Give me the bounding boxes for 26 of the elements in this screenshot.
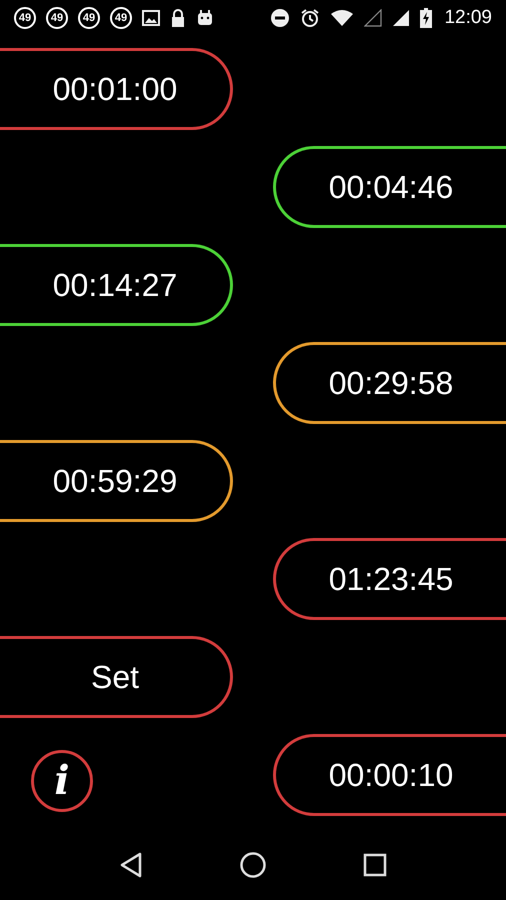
image-icon bbox=[142, 9, 160, 27]
info-button[interactable]: i bbox=[31, 750, 93, 812]
timer-button[interactable]: 00:29:58 bbox=[273, 342, 506, 424]
empty-signal-icon bbox=[364, 9, 382, 27]
timer-button[interactable]: 00:00:10 bbox=[273, 734, 506, 816]
battery-charging-icon bbox=[420, 8, 432, 28]
robot-icon bbox=[196, 9, 214, 27]
home-icon[interactable] bbox=[240, 852, 266, 878]
timer-button[interactable]: 00:04:46 bbox=[273, 146, 506, 228]
notification-count: 49 bbox=[110, 7, 132, 29]
signal-icon bbox=[392, 9, 410, 27]
timer-button[interactable]: 00:01:00 bbox=[0, 48, 233, 130]
lock-icon bbox=[170, 8, 186, 28]
notification-count: 49 bbox=[14, 7, 36, 29]
recents-icon[interactable] bbox=[363, 853, 388, 877]
notification-count: 49 bbox=[46, 7, 68, 29]
timer-button[interactable]: Set bbox=[0, 636, 233, 718]
timer-button[interactable]: 00:59:29 bbox=[0, 440, 233, 522]
wifi-icon bbox=[330, 9, 354, 27]
notification-count: 49 bbox=[78, 7, 100, 29]
alarm-icon bbox=[300, 8, 320, 28]
do-not-disturb-icon bbox=[270, 8, 290, 28]
timer-button[interactable]: 00:14:27 bbox=[0, 244, 233, 326]
clock-time: 12:09 bbox=[444, 6, 492, 30]
timer-button[interactable]: 01:23:45 bbox=[273, 538, 506, 620]
back-icon[interactable] bbox=[118, 852, 143, 878]
